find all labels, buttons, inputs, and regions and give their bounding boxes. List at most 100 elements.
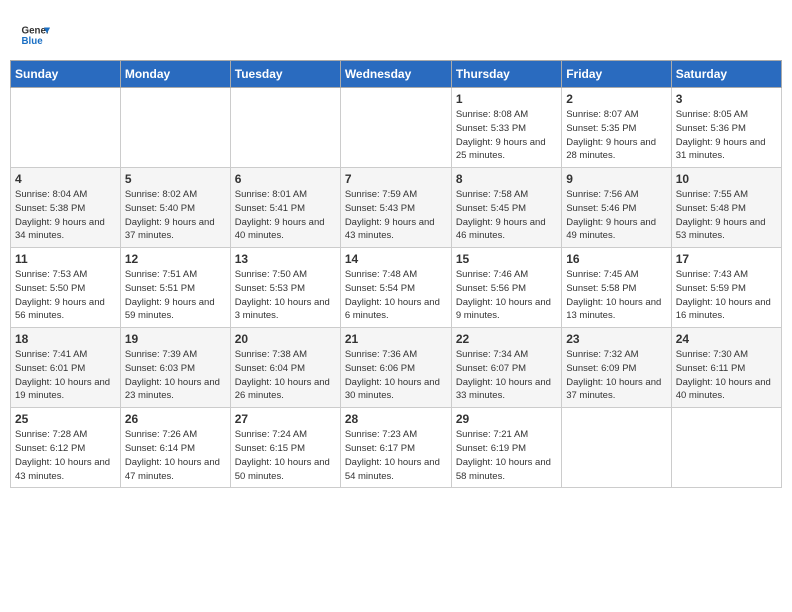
sunrise-text: Sunrise: 7:53 AM: [15, 269, 87, 280]
weekday-header: Sunday: [11, 61, 121, 88]
day-info: Sunrise: 8:07 AMSunset: 5:35 PMDaylight:…: [566, 108, 666, 163]
day-info: Sunrise: 7:45 AMSunset: 5:58 PMDaylight:…: [566, 268, 666, 323]
calendar-cell: 26 Sunrise: 7:26 AMSunset: 6:14 PMDayligh…: [120, 408, 230, 488]
day-info: Sunrise: 7:23 AMSunset: 6:17 PMDaylight:…: [345, 428, 447, 483]
daylight-text: Daylight: 9 hours and 53 minutes.: [676, 217, 766, 242]
day-info: Sunrise: 8:08 AMSunset: 5:33 PMDaylight:…: [456, 108, 557, 163]
sunset-text: Sunset: 5:43 PM: [345, 203, 415, 214]
sunset-text: Sunset: 6:12 PM: [15, 443, 85, 454]
day-number: 24: [676, 332, 777, 346]
daylight-text: Daylight: 10 hours and 13 minutes.: [566, 297, 661, 322]
day-info: Sunrise: 7:30 AM Sunset: 6:11 PM Daylight:…: [676, 348, 777, 403]
svg-text:General: General: [22, 26, 51, 37]
sunset-text: Sunset: 6:09 PM: [566, 363, 636, 374]
daylight-text: Daylight: 10 hours and 30 minutes.: [345, 377, 440, 402]
calendar-table: SundayMondayTuesdayWednesdayThursdayFrid…: [10, 60, 782, 488]
daylight-text: Daylight: 9 hours and 34 minutes.: [15, 217, 105, 242]
calendar-cell: 19Sunrise: 7:39 AMSunset: 6:03 PMDayligh…: [120, 328, 230, 408]
calendar-cell: 8Sunrise: 7:58 AMSunset: 5:45 PMDaylight…: [451, 168, 561, 248]
calendar-week-row: 11 Sunrise: 7:53 AMSunset: 5:50 PMDayligh…: [11, 248, 782, 328]
calendar-cell: [562, 408, 671, 488]
calendar-cell: 3Sunrise: 8:05 AMSunset: 5:36 PMDaylight…: [671, 88, 781, 168]
daylight-text: Daylight: 10 hours and 40 minutes.: [676, 377, 771, 402]
daylight-text: Daylight: 9 hours and 43 minutes.: [345, 217, 435, 242]
sunrise-text: Sunrise: 7:43 AM: [676, 269, 748, 280]
day-number: 16: [566, 252, 666, 266]
sunrise-text: Sunrise: 7:34 AM: [456, 349, 528, 360]
daylight-text: Daylight: 10 hours and 16 minutes.: [676, 297, 771, 322]
day-info: Sunrise: 7:36 AM Sunset: 6:06 PM Daylight:…: [345, 348, 447, 403]
day-number: 5: [125, 172, 226, 186]
sunrise-text: Sunrise: 7:26 AM: [125, 429, 197, 440]
logo: General Blue: [20, 20, 52, 50]
calendar-cell: 15Sunrise: 7:46 AMSunset: 5:56 PMDayligh…: [451, 248, 561, 328]
sunrise-text: Sunrise: 7:32 AM: [566, 349, 638, 360]
calendar-cell: 12Sunrise: 7:51 AMSunset: 5:51 PMDayligh…: [120, 248, 230, 328]
day-info: Sunrise: 7:32 AM Sunset: 6:09 PM Daylight:…: [566, 348, 666, 403]
day-number: 15: [456, 252, 557, 266]
sunrise-text: Sunrise: 8:02 AM: [125, 189, 197, 200]
calendar-cell: 4Sunrise: 8:04 AMSunset: 5:38 PMDaylight…: [11, 168, 121, 248]
sunset-text: Sunset: 6:01 PM: [15, 363, 85, 374]
sunrise-text: Sunrise: 8:08 AM: [456, 109, 528, 120]
day-number: 11: [15, 252, 116, 266]
day-info: Sunrise: 7:51 AMSunset: 5:51 PMDaylight:…: [125, 268, 226, 323]
day-number: 23: [566, 332, 666, 346]
day-info: Sunrise: 7:56 AMSunset: 5:46 PMDaylight:…: [566, 188, 666, 243]
calendar-cell: 11 Sunrise: 7:53 AMSunset: 5:50 PMDayligh…: [11, 248, 121, 328]
day-number: 14: [345, 252, 447, 266]
day-info: Sunrise: 7:59 AM Sunset: 5:43 PM Daylight:…: [345, 188, 447, 243]
sunrise-text: Sunrise: 8:07 AM: [566, 109, 638, 120]
sunset-text: Sunset: 5:36 PM: [676, 123, 746, 134]
sunrise-text: Sunrise: 7:51 AM: [125, 269, 197, 280]
daylight-text: Daylight: 10 hours and 37 minutes.: [566, 377, 661, 402]
day-info: Sunrise: 7:38 AMSunset: 6:04 PMDaylight:…: [235, 348, 336, 403]
day-number: 17: [676, 252, 777, 266]
calendar-cell: 27Sunrise: 7:24 AMSunset: 6:15 PMDayligh…: [230, 408, 340, 488]
day-info: Sunrise: 7:24 AMSunset: 6:15 PMDaylight:…: [235, 428, 336, 483]
sunrise-text: Sunrise: 8:04 AM: [15, 189, 87, 200]
sunset-text: Sunset: 6:06 PM: [345, 363, 415, 374]
sunset-text: Sunset: 5:41 PM: [235, 203, 305, 214]
calendar-cell: 29Sunrise: 7:21 AMSunset: 6:19 PMDayligh…: [451, 408, 561, 488]
day-info: Sunrise: 7:53 AMSunset: 5:50 PMDaylight:…: [15, 268, 116, 323]
calendar-cell: 7Sunrise: 7:59 AMSunset: 5:43 PMDaylight…: [340, 168, 451, 248]
weekday-header: Saturday: [671, 61, 781, 88]
daylight-text: Daylight: 10 hours and 23 minutes.: [125, 377, 220, 402]
sunrise-text: Sunrise: 7:38 AM: [235, 349, 307, 360]
sunrise-text: Sunrise: 7:23 AM: [345, 429, 417, 440]
calendar-cell: [671, 408, 781, 488]
sunrise-text: Sunrise: 7:36 AM: [345, 349, 417, 360]
day-number: 2: [566, 92, 666, 106]
calendar-cell: 14Sunrise: 7:48 AMSunset: 5:54 PMDayligh…: [340, 248, 451, 328]
sunrise-text: Sunrise: 7:21 AM: [456, 429, 528, 440]
calendar-cell: [120, 88, 230, 168]
day-info: Sunrise: 7:21 AMSunset: 6:19 PMDaylight:…: [456, 428, 557, 483]
sunrise-text: Sunrise: 7:24 AM: [235, 429, 307, 440]
sunrise-text: Sunrise: 7:30 AM: [676, 349, 748, 360]
daylight-text: Daylight: 10 hours and 6 minutes.: [345, 297, 440, 322]
day-number: 6: [235, 172, 336, 186]
sunrise-text: Sunrise: 7:28 AM: [15, 429, 87, 440]
calendar-cell: [340, 88, 451, 168]
sunset-text: Sunset: 6:03 PM: [125, 363, 195, 374]
daylight-text: Daylight: 10 hours and 3 minutes.: [235, 297, 330, 322]
calendar-cell: 9Sunrise: 7:56 AMSunset: 5:46 PMDaylight…: [562, 168, 671, 248]
sunrise-text: Sunrise: 7:55 AM: [676, 189, 748, 200]
day-number: 28: [345, 412, 447, 426]
daylight-text: Daylight: 9 hours and 28 minutes.: [566, 137, 656, 162]
sunrise-text: Sunrise: 7:59 AM: [345, 189, 417, 200]
daylight-text: Daylight: 10 hours and 54 minutes.: [345, 457, 440, 482]
calendar-cell: 16 Sunrise: 7:45 AMSunset: 5:58 PMDayligh…: [562, 248, 671, 328]
weekday-header: Friday: [562, 61, 671, 88]
sunrise-text: Sunrise: 7:39 AM: [125, 349, 197, 360]
day-info: Sunrise: 7:26 AMSunset: 6:14 PMDaylight:…: [125, 428, 226, 483]
daylight-text: Daylight: 9 hours and 46 minutes.: [456, 217, 546, 242]
day-number: 26: [125, 412, 226, 426]
daylight-text: Daylight: 10 hours and 26 minutes.: [235, 377, 330, 402]
calendar-cell: [11, 88, 121, 168]
sunrise-text: Sunrise: 7:50 AM: [235, 269, 307, 280]
day-info: Sunrise: 8:04 AMSunset: 5:38 PMDaylight:…: [15, 188, 116, 243]
sunset-text: Sunset: 6:11 PM: [676, 363, 746, 374]
daylight-text: Daylight: 10 hours and 58 minutes.: [456, 457, 551, 482]
